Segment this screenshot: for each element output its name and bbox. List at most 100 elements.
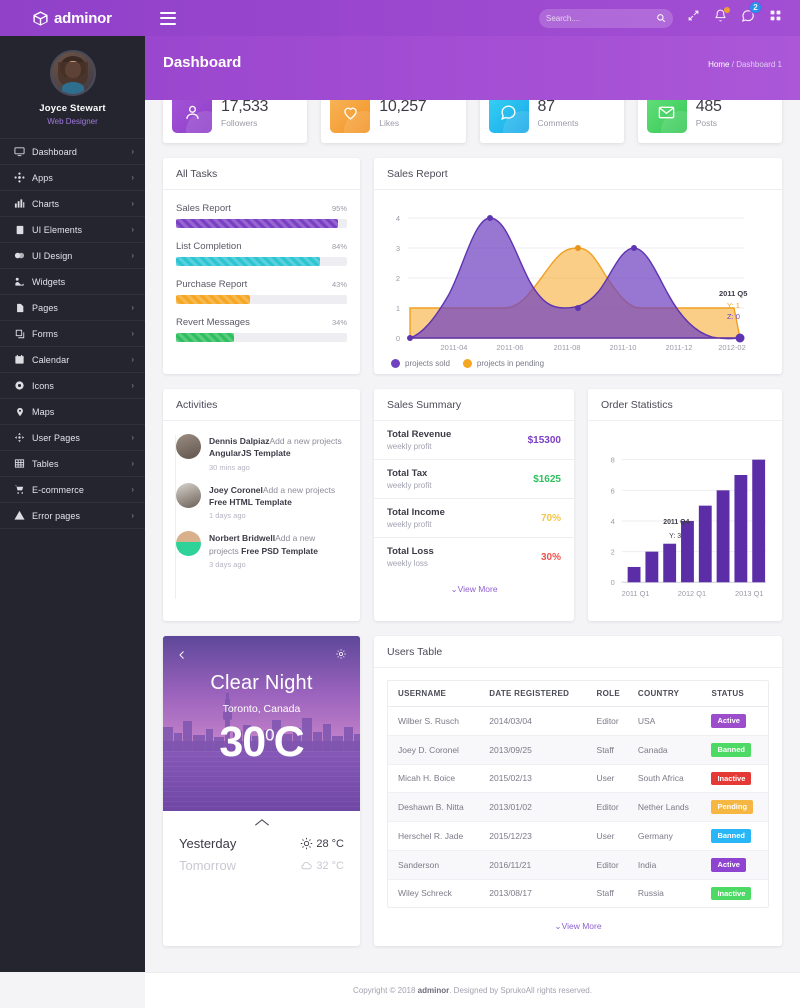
sun-icon	[301, 837, 313, 850]
search-input[interactable]	[546, 13, 656, 23]
sidebar-item-ecommerce[interactable]: E-commerce ›	[0, 477, 145, 503]
legend-item[interactable]: projects sold	[391, 359, 450, 368]
chat-badge-count: 2	[749, 0, 762, 14]
sales-report-chart[interactable]: 4 3 2 1 0 2011-04 2011-06 2011-08 2011-1…	[382, 200, 774, 368]
bar	[734, 474, 748, 583]
sidebar-item-label: UI Design	[32, 250, 73, 261]
warning-icon	[13, 510, 26, 521]
table-container: USERNAME DATE REGISTERED ROLE COUNTRY ST…	[387, 680, 769, 909]
legend-label: projects in pending	[476, 359, 545, 368]
svg-text:2011-06: 2011-06	[497, 343, 524, 350]
sidebar-nav: Dashboard › Apps › Charts › UI Elements …	[0, 138, 145, 529]
sidebar-item-forms[interactable]: Forms ›	[0, 321, 145, 347]
panel-header: All Tasks	[163, 158, 360, 190]
sidebar-item-tables[interactable]: Tables ›	[0, 451, 145, 477]
list-item[interactable]: Dennis DalpiazAdd a new projects Angular…	[176, 434, 347, 472]
search-box[interactable]	[539, 8, 673, 28]
sidebar-item-charts[interactable]: Charts ›	[0, 191, 145, 217]
column-status[interactable]: STATUS	[705, 681, 768, 707]
table-body: Wilber S. Rusch 2014/03/04 Editor USA Ac…	[388, 706, 768, 908]
bar	[663, 543, 677, 583]
sidebar-item-maps[interactable]: Maps	[0, 399, 145, 425]
table-row[interactable]: Joey D. Coronel 2013/09/25 Staff Canada …	[388, 735, 768, 765]
chart-tooltip-label: 2011 Q4	[663, 519, 689, 526]
sidebar-item-ui-design[interactable]: UI Design ›	[0, 243, 145, 269]
order-statistics-chart[interactable]: 8 6 4 2 0 2011 Q4 Y: 3 2011 Q1 2012 Q1 2…	[596, 431, 774, 606]
svg-text:2011-10: 2011-10	[610, 343, 637, 350]
svg-text:6: 6	[611, 486, 615, 495]
sidebar-item-apps[interactable]: Apps ›	[0, 165, 145, 191]
brand-logo-area[interactable]: adminor	[0, 0, 145, 36]
activity-text: Joey CoronelAdd a new projects Free HTML…	[209, 483, 347, 509]
sidebar-item-label: User Pages	[32, 432, 81, 443]
grid-apps-icon[interactable]	[769, 9, 782, 27]
table-header-row: USERNAME DATE REGISTERED ROLE COUNTRY ST…	[388, 681, 768, 707]
sales-summary-body: Total Revenue weekly profit $15300 Total…	[374, 421, 574, 621]
table-row[interactable]: Wilber S. Rusch 2014/03/04 Editor USA Ac…	[388, 706, 768, 736]
summary-sub: weekly profit	[387, 442, 432, 451]
chevron-right-icon: ›	[131, 355, 134, 364]
view-more-button[interactable]: ⌄View More	[385, 908, 771, 940]
stat-label: Comments	[537, 117, 579, 128]
list-item[interactable]: Joey CoronelAdd a new projects Free HTML…	[176, 482, 347, 520]
column-date-registered[interactable]: DATE REGISTERED	[483, 681, 591, 707]
svg-text:4: 4	[396, 214, 400, 223]
sidebar-item-dashboard[interactable]: Dashboard ›	[0, 139, 145, 165]
sidebar-item-calendar[interactable]: Calendar ›	[0, 347, 145, 373]
sidebar-item-label: Maps	[32, 406, 55, 417]
table-row[interactable]: Wiley Schreck 2013/08/17 Staff Russia In…	[388, 879, 768, 907]
cell-country: Canada	[631, 735, 706, 765]
cell-date: 2014/03/04	[483, 706, 591, 736]
cell-status: Inactive	[705, 879, 768, 907]
sidebar-item-pages[interactable]: Pages ›	[0, 295, 145, 321]
summary-label: Total Tax	[387, 468, 428, 479]
cell-country: India	[631, 850, 706, 880]
column-country[interactable]: COUNTRY	[631, 681, 706, 707]
search-icon[interactable]	[656, 13, 666, 23]
chat-icon[interactable]: 2	[741, 0, 762, 28]
column-role[interactable]: ROLE	[590, 681, 632, 707]
sidebar-profile[interactable]: Joyce Stewart Web Designer	[0, 36, 145, 138]
avatar[interactable]	[49, 50, 96, 96]
sidebar-item-error-pages[interactable]: Error pages ›	[0, 503, 145, 529]
bar	[645, 551, 659, 583]
ui-design-icon	[13, 250, 26, 261]
cell-role: Staff	[596, 888, 614, 899]
sidebar-item-icons[interactable]: Icons ›	[0, 373, 145, 399]
list-item[interactable]: Norbert BridwellAdd a new projects Free …	[176, 531, 347, 569]
cell-date: 2015/02/13	[483, 764, 591, 794]
forecast-value: 32 °C	[300, 859, 344, 872]
bell-icon[interactable]	[714, 7, 730, 27]
users-table: USERNAME DATE REGISTERED ROLE COUNTRY ST…	[388, 681, 768, 907]
activity-user: Norbert Bridwell	[209, 533, 276, 544]
panel-header: Users Table	[374, 636, 782, 668]
weather-condition: Clear Night	[210, 672, 313, 694]
view-more-button[interactable]: ⌄View More	[374, 576, 574, 603]
sidebar-item-widgets[interactable]: Widgets	[0, 269, 145, 295]
table-row[interactable]: Micah H. Boice 2015/02/13 User South Afr…	[388, 764, 768, 794]
dashboard-page: adminor Search.... 2 Joyce Stewart Web D…	[0, 0, 800, 1008]
breadcrumb-home[interactable]: Home	[708, 60, 729, 69]
sidebar-item-ui-elements[interactable]: UI Elements ›	[0, 217, 145, 243]
hamburger-icon[interactable]	[160, 8, 182, 28]
chevron-right-icon: ›	[131, 381, 134, 390]
svg-text:8: 8	[611, 456, 615, 465]
legend-item[interactable]: projects in pending	[462, 359, 545, 368]
expand-icon[interactable]	[687, 9, 700, 27]
progress-fill	[176, 257, 320, 266]
legend-dot	[391, 359, 400, 368]
table-row[interactable]: Sanderson 2016/11/21 Editor India Active	[388, 850, 768, 880]
progress-item: Revert Messages 34%	[176, 317, 347, 342]
chart-tooltip-y: Y: 3	[669, 533, 681, 540]
svg-text:2: 2	[611, 548, 615, 557]
table-row[interactable]: Herschel R. Jade 2015/12/23 User Germany…	[388, 821, 768, 851]
sales-report-panel: Sales Report 4 3 2 1 0 2011-04 2011-06 2…	[374, 158, 782, 374]
chevron-up-icon[interactable]	[163, 817, 360, 829]
table-row[interactable]: Deshawn B. Nitta 2013/01/02 Editor Nethe…	[388, 792, 768, 822]
svg-text:2012-02: 2012-02	[718, 343, 746, 350]
cell-role: User	[590, 821, 632, 851]
column-username[interactable]: USERNAME	[388, 681, 484, 707]
sidebar-item-user-pages[interactable]: User Pages ›	[0, 425, 145, 451]
summary-row: Total Income weekly profit 70%	[374, 499, 574, 538]
weather-forecast: Yesterday 28 °C Tomorrow 32 °C	[163, 811, 360, 889]
